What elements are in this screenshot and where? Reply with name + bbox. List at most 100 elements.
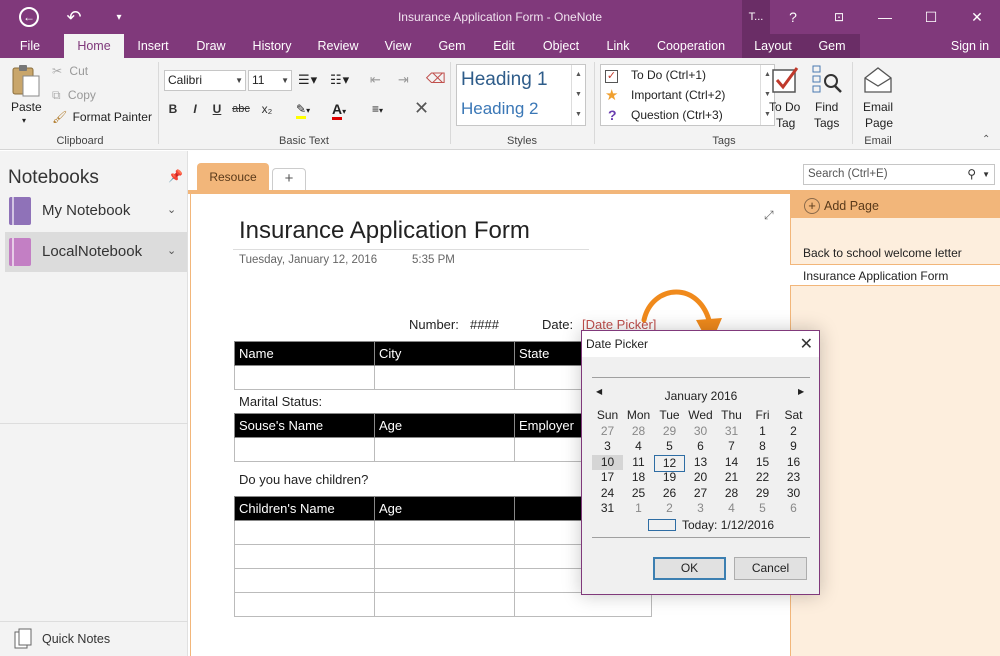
today-button[interactable]: Today: 1/12/2016 [648,518,818,533]
highlight-button[interactable]: ✎▾ [296,102,310,119]
calendar-day[interactable]: 7 [716,439,747,454]
table-cell[interactable] [374,544,515,569]
tab-draw[interactable]: Draw [186,34,236,58]
chevron-down-icon[interactable]: ⌄ [167,203,176,216]
calendar-day[interactable]: 23 [778,470,809,485]
calendar-day[interactable]: 31 [716,424,747,439]
tab-edit[interactable]: Edit [484,34,524,58]
calendar-day[interactable]: 30 [778,486,809,501]
tab-home[interactable]: Home [64,34,124,58]
calendar-day[interactable]: 20 [685,470,716,485]
expand-icon[interactable]: ⤢ [764,208,774,223]
minimize-button[interactable]: — [862,0,908,34]
calendar-day[interactable]: 24 [592,486,623,501]
calendar-day[interactable]: 21 [716,470,747,485]
find-tags-button[interactable]: Find Tags [808,64,846,132]
maximize-button[interactable]: ☐ [908,0,954,34]
paste-button[interactable]: Paste ▾ [8,62,44,132]
dialog-close-button[interactable]: ✕ [800,334,813,354]
table-cell[interactable] [234,437,375,462]
cut-button[interactable]: ✂ Cut [52,64,88,78]
calendar-day[interactable]: 10 [592,454,623,470]
more-icon[interactable]: ▼ [572,105,585,125]
style-heading-1[interactable]: Heading 1 [461,69,548,91]
calendar-day[interactable]: 1 [623,501,654,516]
tab-insert[interactable]: Insert [128,34,178,58]
todo-tag-button[interactable]: To Do Tag [766,64,804,132]
calendar-day[interactable]: 30 [685,424,716,439]
table-cell[interactable] [234,592,375,617]
scroll-down-icon[interactable]: ▼ [572,85,585,105]
underline-button[interactable]: U [208,102,226,116]
calendar-day[interactable]: 27 [592,424,623,439]
tag-todo[interactable]: ✓ To Do (Ctrl+1) [605,66,706,85]
italic-button[interactable]: I [186,102,204,116]
calendar-day[interactable]: 15 [747,455,778,470]
table-cell[interactable] [374,437,515,462]
chevron-down-icon[interactable]: ▼ [982,165,990,184]
calendar-day[interactable]: 29 [747,486,778,501]
calendar-day[interactable]: 25 [623,486,654,501]
table-cell[interactable] [374,365,515,390]
calendar-day[interactable]: 17 [592,470,623,485]
font-color-button[interactable]: A▾ [332,101,346,120]
calendar-day[interactable]: 13 [685,455,716,470]
tab-layout[interactable]: Layout [742,34,804,58]
tab-object[interactable]: Object [534,34,588,58]
table-cell[interactable] [234,520,375,545]
table-cell[interactable] [234,365,375,390]
font-name-combo[interactable]: Calibri ▼ [164,70,246,91]
calendar-day[interactable]: 28 [623,424,654,439]
collapse-ribbon-button[interactable]: ⌃ [982,134,990,145]
numbering-button[interactable]: ☷▾ [330,72,350,88]
font-size-combo[interactable]: 11 ▼ [248,70,292,91]
quick-notes-button[interactable]: Quick Notes [0,621,188,656]
customize-qat-button[interactable]: ▾ [108,0,130,34]
page-list-item[interactable]: Back to school welcome letter [790,242,1000,264]
bold-button[interactable]: B [164,102,182,116]
tab-gem-context[interactable]: Gem [804,34,860,58]
delete-button[interactable]: ✕ [414,98,429,119]
page-list-item-selected[interactable]: Insurance Application Form [790,264,1000,286]
tag-question[interactable]: ? Question (Ctrl+3) [605,106,723,125]
table-cell[interactable] [374,568,515,593]
chevron-down-icon[interactable]: ⌄ [167,244,176,257]
search-input[interactable]: Search (Ctrl+E) ⚲ ▼ [803,164,995,185]
email-page-button[interactable]: Email Page [858,64,898,132]
calendar-day[interactable]: 1 [747,424,778,439]
calendar-day[interactable]: 6 [685,439,716,454]
cancel-button[interactable]: Cancel [734,557,807,580]
tab-review[interactable]: Review [306,34,370,58]
tab-cooperation[interactable]: Cooperation [648,34,734,58]
tab-history[interactable]: History [244,34,300,58]
calendar-day[interactable]: 11 [623,455,654,470]
calendar-day[interactable]: 18 [623,470,654,485]
calendar-day[interactable]: 4 [623,439,654,454]
format-painter-button[interactable]: 🖌 Format Painter [52,110,152,124]
signin-link[interactable]: Sign in [944,34,996,58]
page-title[interactable]: Insurance Application Form [239,217,530,245]
add-page-button[interactable]: + Add Page [790,194,1000,218]
calendar-day[interactable]: 3 [685,501,716,516]
styles-gallery[interactable]: Heading 1 Heading 2 ▲ ▼ ▼ [456,64,586,126]
table-cell[interactable] [234,568,375,593]
search-icon[interactable]: ⚲ [967,165,976,184]
calendar-day[interactable]: 19 [654,470,685,485]
table-cell[interactable] [234,544,375,569]
calendar-day[interactable]: 5 [747,501,778,516]
calendar-day[interactable]: 27 [685,486,716,501]
styles-scroll[interactable]: ▲ ▼ ▼ [571,65,585,125]
next-month-button[interactable]: ▶ [798,387,804,396]
add-section-button[interactable]: + [272,168,306,190]
notebook-item[interactable]: My Notebook ⌄ [5,191,187,231]
calendar-day[interactable]: 28 [716,486,747,501]
decrease-indent-button[interactable]: ⇤ [370,72,381,88]
table-cell[interactable] [374,520,515,545]
calendar-day[interactable]: 14 [716,455,747,470]
bullets-button[interactable]: ☰▾ [298,72,318,88]
number-value[interactable]: #### [470,317,499,332]
clear-formatting-button[interactable]: ⌫ [426,70,446,87]
calendar-day[interactable]: 26 [654,486,685,501]
undo-button[interactable]: ↶ [60,0,88,34]
help-button[interactable]: ? [770,0,816,34]
